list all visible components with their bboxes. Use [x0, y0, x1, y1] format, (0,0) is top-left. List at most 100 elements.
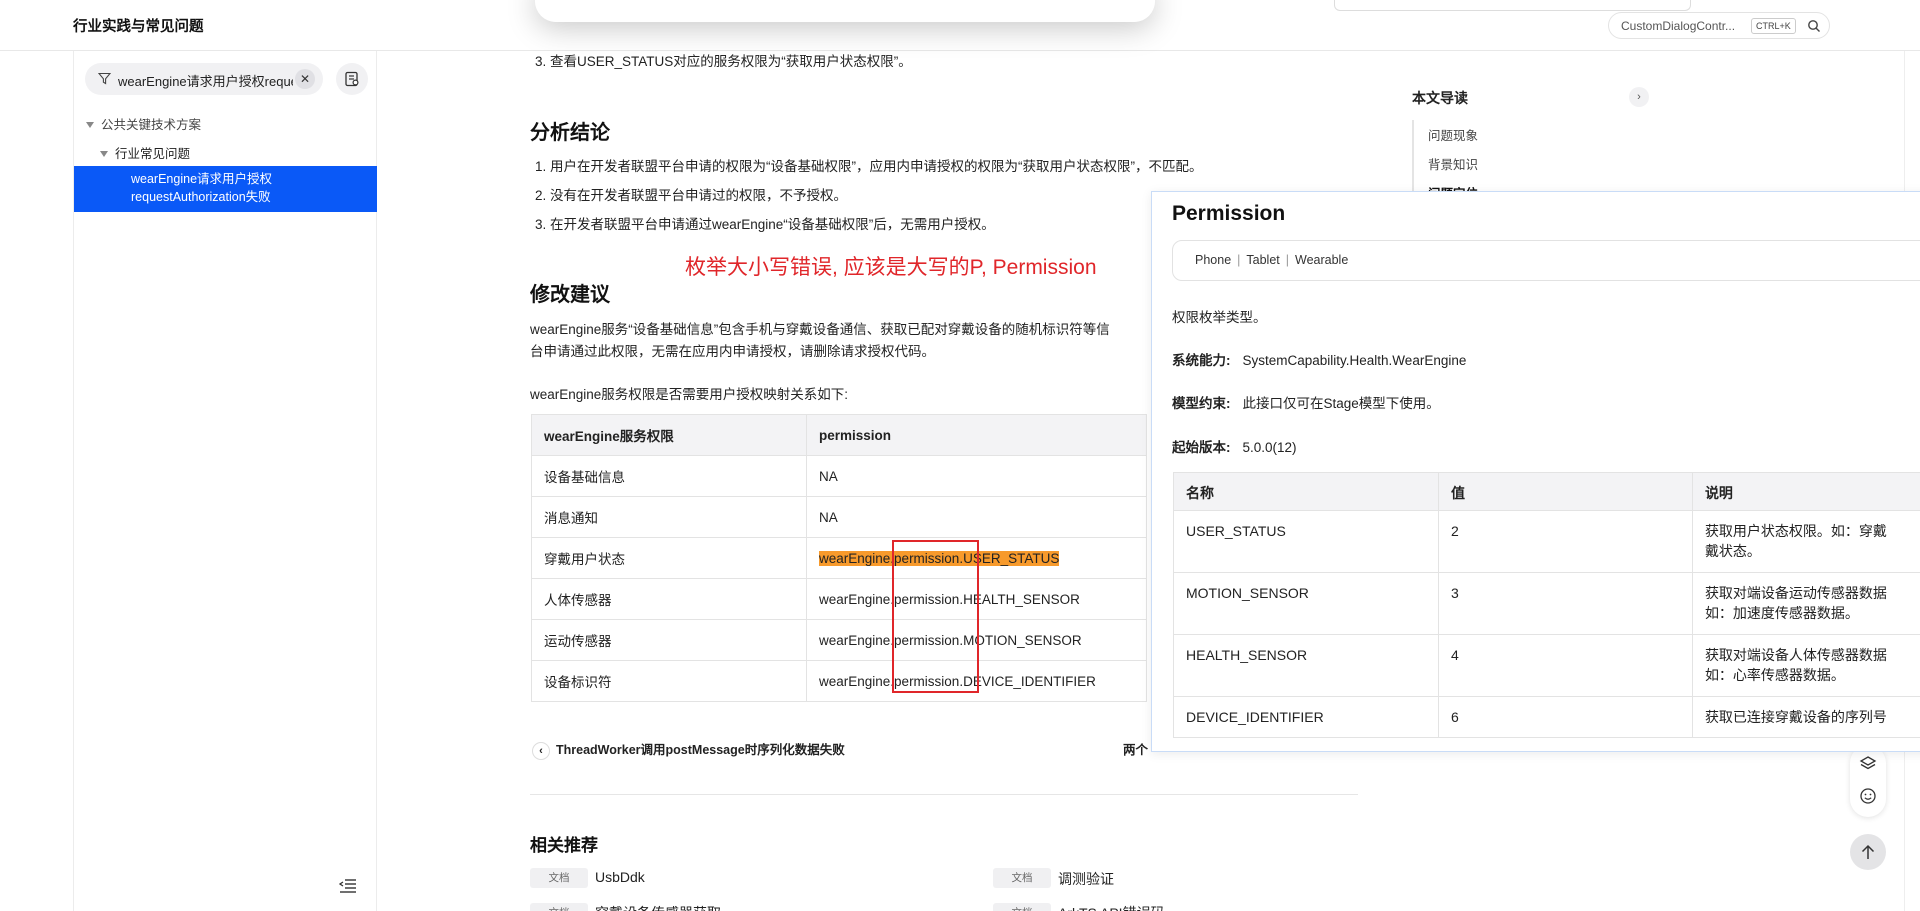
table-row: 消息通知 NA	[531, 496, 1147, 538]
device-tablet: Tablet	[1246, 253, 1280, 267]
tree-item-industry-faq[interactable]: 行业常见问题	[100, 143, 190, 162]
page-site-title[interactable]: 行业实践与常见问题	[73, 15, 204, 36]
global-search[interactable]: CustomDialogContr... CTRL+K	[1608, 12, 1830, 39]
table-cell: 人体传感器	[531, 578, 807, 620]
table-row: MOTION_SENSOR 3 获取对端设备运动传感器数据 如：加速度传感器数据。	[1173, 572, 1920, 635]
device-phone: Phone	[1195, 253, 1232, 267]
table-cell: 运动传感器	[531, 619, 807, 661]
suggestion-line-3: wearEngine服务权限是否需要用户授权映射关系如下:	[530, 387, 849, 402]
related-link[interactable]: 调测验证	[1058, 869, 1114, 889]
table-row: 设备基础信息 NA	[531, 455, 1147, 497]
sidebar-filter[interactable]: wearEngine请求用户授权requestAuthorization失败 ✕	[85, 63, 323, 95]
table-cell: 3	[1437, 572, 1693, 635]
table-header-row: 名称 值 说明	[1173, 472, 1920, 511]
tree-item-public-solutions[interactable]: 公共关键技术方案	[86, 114, 201, 133]
active-item-line2: requestAuthorization失败	[131, 190, 271, 204]
table-row: 穿戴用户状态 wearEngine.permission.USER_STATUS	[531, 537, 1147, 579]
table-row: 运动传感器 wearEngine.permission.MOTION_SENSO…	[531, 619, 1147, 661]
heading-related: 相关推荐	[530, 836, 598, 855]
filter-icon	[98, 72, 111, 85]
sidebar: wearEngine请求用户授权requestAuthorization失败 ✕…	[73, 51, 377, 911]
doc-tag: 文档	[993, 868, 1051, 888]
conclusion-3: 3. 在开发者联盟平台申请通过wearEngine“设备基础权限”后，无需用户授…	[535, 217, 995, 232]
table-cell: 获取对端设备人体传感器数据 如：心率传感器数据。	[1691, 634, 1920, 697]
search-input-value[interactable]: CustomDialogContr...	[1621, 19, 1735, 33]
table-header-row: wearEngine服务权限 permission	[531, 414, 1147, 456]
table-cell: NA	[806, 455, 1147, 497]
table-cell: 2	[1437, 510, 1693, 573]
doc-tag: 文档	[530, 868, 588, 888]
popup-title: Permission	[1172, 202, 1286, 225]
filter-input[interactable]: wearEngine请求用户授权requestAuthorization失败	[118, 71, 293, 90]
table-row: HEALTH_SENSOR 4 获取对端设备人体传感器数据 如：心率传感器数据。	[1173, 634, 1920, 697]
annotation-red-box	[892, 540, 979, 693]
table-cell: 设备基础信息	[531, 455, 807, 497]
device-wearable: Wearable	[1295, 253, 1349, 267]
since-row: 起始版本: 5.0.0(12)	[1172, 440, 1297, 455]
step-3-text: 3. 查看USER_STATUS对应的服务权限为“获取用户状态权限”。	[535, 54, 912, 69]
suggestion-line-1: wearEngine服务“设备基础信息”包含手机与穿戴设备通信、获取已配对穿戴设…	[530, 322, 1110, 337]
table-cell: MOTION_SENSOR	[1173, 572, 1439, 635]
table-row: 设备标识符 wearEngine.permission.DEVICE_IDENT…	[531, 660, 1147, 702]
layers-icon[interactable]	[1859, 755, 1877, 773]
table-cell: 穿戴用户状态	[531, 537, 807, 579]
related-link[interactable]: UsbDdk	[595, 869, 645, 885]
floating-toolbar-shadow	[535, 0, 1155, 22]
chevron-down-icon	[100, 151, 108, 157]
chevron-right-icon[interactable]: ›	[1629, 87, 1649, 107]
table-header: 说明	[1691, 472, 1920, 511]
popup-description: 权限枚举类型。	[1172, 310, 1267, 325]
top-header: 行业实践与常见问题 CustomDialogContr... CTRL+K	[0, 0, 1920, 51]
table-cell: 获取已连接穿戴设备的序列号	[1691, 696, 1920, 738]
table-header: 值	[1437, 472, 1693, 511]
chevron-left-icon: ‹	[532, 741, 550, 760]
table-header: 名称	[1173, 472, 1439, 511]
floating-tools	[1850, 745, 1886, 817]
table-row: DEVICE_IDENTIFIER 6 获取已连接穿戴设备的序列号	[1173, 696, 1920, 738]
table-cell: 6	[1437, 696, 1693, 738]
divider	[530, 794, 1358, 795]
doc-tag: 文档	[530, 903, 588, 911]
feedback-smile-icon[interactable]	[1859, 787, 1877, 805]
chevron-down-icon	[86, 122, 94, 128]
table-header: wearEngine服务权限	[531, 414, 807, 456]
table-cell: 获取对端设备运动传感器数据 如：加速度传感器数据。	[1691, 572, 1920, 635]
table-row: USER_STATUS 2 获取用户状态权限。如：穿戴 戴状态。	[1173, 510, 1920, 573]
permission-table: wearEngine服务权限 permission 设备基础信息 NA 消息通知…	[531, 414, 1147, 702]
clear-filter-icon[interactable]: ✕	[295, 69, 315, 89]
api-reference-popup: Permission Phone | Tablet | Wearable 权限枚举类型。…	[1151, 191, 1920, 752]
conclusion-2: 2. 没有在开发者联盟平台申请过的权限，不予授权。	[535, 188, 848, 203]
toc-title: 本文导读	[1412, 90, 1468, 106]
toc-track	[1412, 120, 1414, 200]
doc-tag: 文档	[993, 903, 1051, 911]
toc-item[interactable]: 背景知识	[1428, 154, 1478, 173]
enum-table: 名称 值 说明 USER_STATUS 2 获取用户状态权限。如：穿戴 戴状态。 …	[1173, 472, 1920, 738]
table-cell: USER_STATUS	[1173, 510, 1439, 573]
active-item-line1: wearEngine请求用户授权	[131, 172, 273, 186]
heading-suggestion: 修改建议	[530, 284, 610, 306]
table-cell: NA	[806, 496, 1147, 538]
arrow-up-icon	[1861, 844, 1875, 859]
document-list-icon	[345, 71, 359, 87]
table-cell: 消息通知	[531, 496, 807, 538]
shortcut-badge: CTRL+K	[1751, 18, 1796, 34]
next-article-link[interactable]: 两个	[1123, 739, 1148, 758]
prev-article-link[interactable]: ‹ ThreadWorker调用postMessage时序列化数据失败	[532, 739, 845, 760]
device-support-bar: Phone | Tablet | Wearable	[1172, 240, 1920, 281]
table-cell: 获取用户状态权限。如：穿戴 戴状态。	[1691, 510, 1920, 573]
heading-conclusion: 分析结论	[530, 122, 610, 144]
search-icon[interactable]	[1807, 19, 1821, 33]
table-header: permission	[806, 414, 1147, 456]
back-to-top-button[interactable]	[1850, 834, 1886, 870]
tree-item-active[interactable]: wearEngine请求用户授权 requestAuthorization失败	[74, 166, 377, 212]
collapse-sidebar-icon[interactable]	[339, 878, 357, 894]
table-cell: 4	[1437, 634, 1693, 697]
conclusion-1: 1. 用户在开发者联盟平台申请的权限为“设备基础权限”，应用内申请授权的权限为“…	[535, 159, 1203, 174]
toc-item[interactable]: 问题现象	[1428, 125, 1478, 144]
related-link[interactable]: 穿戴设备传感器获取	[595, 903, 721, 911]
syscap-row: 系统能力: SystemCapability.Health.WearEngine	[1172, 353, 1467, 368]
annotation-note: 枚举大小写错误, 应该是大写的P, Permission	[685, 256, 1097, 279]
related-link[interactable]: ArkTS API错误码	[1058, 903, 1165, 911]
table-cell: HEALTH_SENSOR	[1173, 634, 1439, 697]
outline-toggle-button[interactable]	[336, 63, 368, 95]
